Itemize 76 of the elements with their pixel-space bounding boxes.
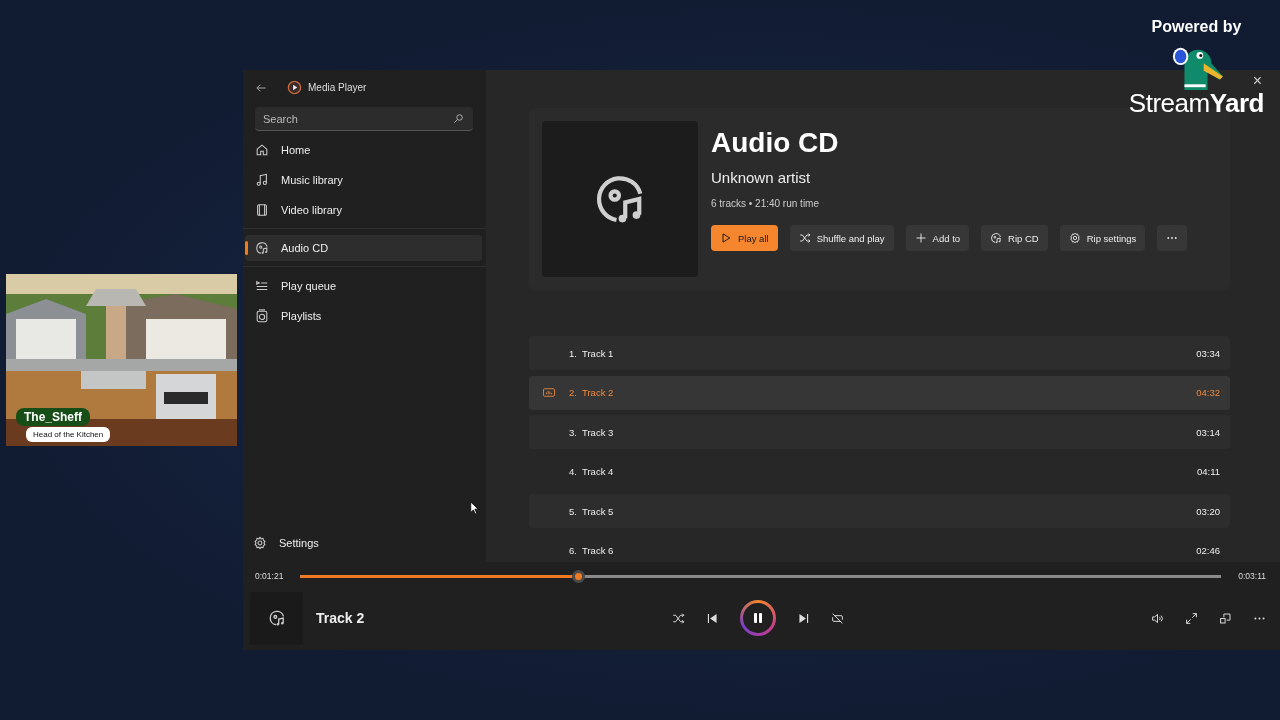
equalizer-icon xyxy=(543,388,555,397)
play-icon xyxy=(720,232,732,244)
action-button[interactable]: Rip CD xyxy=(981,225,1048,251)
now-playing-title: Track 2 xyxy=(316,610,365,626)
album-title: Audio CD xyxy=(711,127,840,159)
track-duration: 02:46 xyxy=(1196,545,1220,556)
nav-item[interactable]: Video library xyxy=(245,197,482,223)
powered-by-label: Powered by xyxy=(1151,18,1242,36)
settings-icon xyxy=(253,536,267,550)
playlist-icon xyxy=(255,309,269,323)
track-row[interactable]: 6. Track 6 02:46 xyxy=(529,533,1230,562)
next-icon[interactable] xyxy=(797,611,810,625)
search-icon xyxy=(453,113,464,124)
track-duration: 04:11 xyxy=(1196,466,1220,477)
track-row[interactable]: 5. Track 5 03:20 xyxy=(529,494,1230,528)
nav-item[interactable]: Home xyxy=(245,137,482,163)
brand-logo-text: StreamYard xyxy=(1128,88,1264,119)
track-duration: 03:20 xyxy=(1196,505,1220,517)
track-row[interactable]: 2. Track 2 04:32 xyxy=(529,375,1230,410)
home-icon xyxy=(255,143,269,157)
action-button[interactable]: Play all xyxy=(711,225,778,251)
track-duration: 04:32 xyxy=(1196,387,1220,398)
track-row[interactable]: 3. Track 3 03:14 xyxy=(529,415,1230,449)
track-row[interactable]: 4. Track 4 04:11 xyxy=(529,454,1230,489)
close-button[interactable]: × xyxy=(1248,72,1266,90)
disc-music-icon xyxy=(267,609,286,627)
app-logo-icon xyxy=(287,80,302,95)
name-tag: The_Sheff xyxy=(16,408,90,426)
track-number: 2. xyxy=(569,387,578,398)
fullscreen-icon[interactable] xyxy=(1185,611,1198,625)
track-title: Track 2 xyxy=(582,387,615,398)
disc-music-icon xyxy=(255,241,269,255)
queue-icon xyxy=(255,279,269,293)
track-title: Track 5 xyxy=(582,505,615,517)
settings-icon xyxy=(1068,232,1081,244)
action-button[interactable]: Rip settings xyxy=(1059,225,1146,251)
disc-music-icon xyxy=(990,232,1003,244)
film-icon xyxy=(255,203,269,217)
mini-player-icon[interactable] xyxy=(1219,611,1232,625)
nav-item[interactable]: Music library xyxy=(245,167,482,193)
track-number: 6. xyxy=(569,545,578,556)
action-button[interactable]: Shuffle and play xyxy=(789,225,894,251)
elapsed-time: 0:01:21 xyxy=(255,571,284,581)
mouse-pointer-icon xyxy=(470,501,479,515)
repeat-off-icon[interactable] xyxy=(831,611,844,625)
nav-item[interactable]: Play queue xyxy=(245,273,482,299)
nav-item[interactable]: Playlists xyxy=(245,303,482,329)
total-time: 0:03:11 xyxy=(1238,571,1266,581)
pause-button[interactable] xyxy=(740,600,776,636)
track-number: 4. xyxy=(569,466,578,477)
track-title: Track 6 xyxy=(582,545,615,556)
track-title: Track 4 xyxy=(582,466,615,477)
track-title: Track 1 xyxy=(582,347,615,359)
track-number: 3. xyxy=(569,426,578,438)
volume-icon[interactable] xyxy=(1151,611,1164,625)
shuffle-icon xyxy=(798,232,811,244)
track-duration: 03:14 xyxy=(1196,426,1220,438)
artist-name: Unknown artist xyxy=(711,169,812,186)
shuffle-icon[interactable] xyxy=(672,611,685,625)
action-button[interactable]: Add to xyxy=(905,225,970,251)
track-row[interactable]: 1. Track 1 03:34 xyxy=(529,336,1230,370)
previous-icon[interactable] xyxy=(706,611,719,625)
plus-icon xyxy=(914,232,927,244)
seek-thumb[interactable] xyxy=(572,569,586,583)
settings-item[interactable]: Settings xyxy=(243,530,486,556)
app-title: Media Player xyxy=(308,82,367,93)
search-field[interactable]: Search xyxy=(255,107,473,131)
name-subtitle: Head of the Kitchen xyxy=(26,427,111,442)
nav-item[interactable]: Audio CD xyxy=(245,235,482,261)
track-number: 1. xyxy=(569,347,578,359)
back-arrow-icon[interactable] xyxy=(255,81,267,94)
track-duration: 03:34 xyxy=(1196,347,1220,359)
music-note-icon xyxy=(255,173,269,187)
track-number: 5. xyxy=(569,505,578,517)
album-meta: 6 tracks • 21:40 run time xyxy=(711,198,820,209)
track-title: Track 3 xyxy=(582,426,615,438)
